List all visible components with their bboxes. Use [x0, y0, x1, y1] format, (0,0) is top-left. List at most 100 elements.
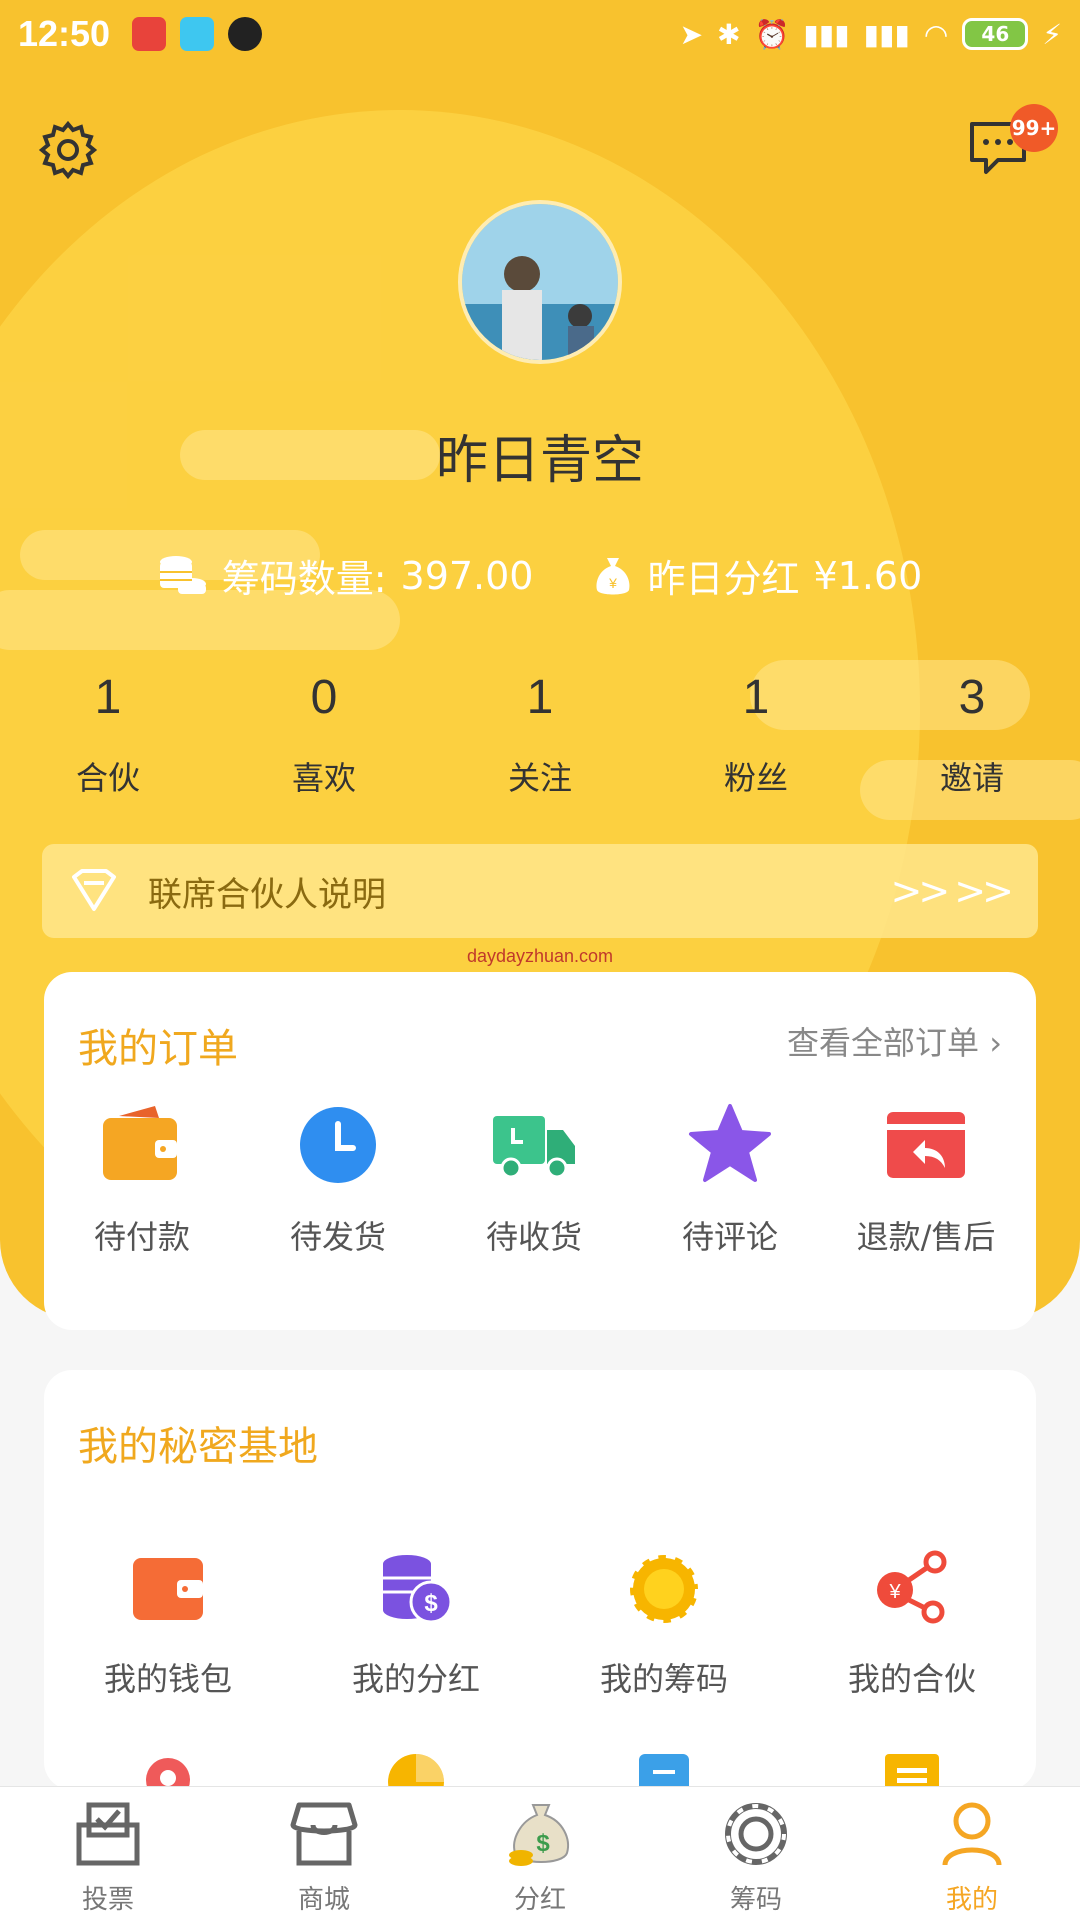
nav-chips[interactable]: 筹码: [648, 1787, 864, 1920]
chip-icon: [627, 1552, 701, 1626]
document-icon: [639, 1754, 689, 1794]
notification-icons: [132, 17, 263, 51]
stat-label: 粉丝: [723, 759, 788, 797]
my-dividend-item[interactable]: $ 我的分红: [292, 1550, 540, 1700]
order-pending-payment[interactable]: 待付款: [44, 1102, 240, 1258]
profile-summary: 筹码数量: 397.00 ¥ 昨日分红 ¥1.60: [0, 548, 1080, 603]
status-right: ➤ ✱ ⏰ ▮▮▮ ▮▮▮ ◠ 46 ⚡: [680, 18, 1062, 51]
star-icon: [689, 1104, 771, 1182]
my-wallet-item[interactable]: 我的钱包: [44, 1550, 292, 1700]
money-bag-icon: $: [509, 1804, 569, 1866]
order-pending-review[interactable]: 待评论: [632, 1102, 828, 1258]
sun-app-icon: [228, 17, 263, 51]
order-status-label: 退款/售后: [856, 1218, 996, 1256]
username: 昨日青空: [435, 431, 644, 491]
partner-info-label: 联席合伙人说明: [148, 874, 386, 915]
order-status-list: 待付款 待发货 待收货 待评论 退款/售后: [44, 1102, 1036, 1258]
watermark: daydayzhuan.com: [466, 946, 614, 966]
yesterday-dividend[interactable]: ¥ 昨日分红 ¥1.60: [593, 548, 922, 603]
view-all-orders-link[interactable]: 查看全部订单 ›: [787, 1018, 1002, 1064]
nav-dividend[interactable]: $ 分红: [432, 1787, 648, 1920]
signal-icon: ▮▮▮: [803, 17, 850, 51]
order-pending-receipt[interactable]: 待收货: [436, 1102, 632, 1258]
my-chips-item[interactable]: 我的筹码: [540, 1550, 788, 1700]
nav-vote[interactable]: 投票: [0, 1787, 216, 1920]
pie-chart-icon: [388, 1754, 444, 1810]
share-icon: ¥: [877, 1550, 947, 1624]
stat-label: 关注: [507, 759, 572, 797]
stat-value: 1: [526, 671, 554, 724]
base-item-label: 我的分红: [351, 1660, 480, 1698]
stat-label: 合伙: [75, 759, 140, 797]
gear-icon: [38, 120, 98, 180]
stat-partners[interactable]: 1 合伙: [0, 670, 216, 799]
dividend-value: ¥1.60: [813, 553, 923, 598]
base-item-label: 我的合伙: [847, 1660, 976, 1698]
nav-label: 分红: [513, 1885, 566, 1915]
status-time: 12:50: [18, 13, 111, 54]
order-refund-aftersale[interactable]: 退款/售后: [828, 1102, 1024, 1258]
diamond-icon: [72, 869, 116, 911]
svg-text:¥: ¥: [888, 1581, 901, 1603]
chips-label: 筹码数量:: [221, 557, 387, 601]
bluetooth-icon: ✱: [717, 17, 741, 51]
double-chevron-icon: >> >>: [890, 869, 1014, 913]
stat-fans[interactable]: 1 粉丝: [648, 670, 864, 799]
bottom-navigation: 投票 商城 $ 分红 筹码 我的: [0, 1786, 1080, 1920]
truck-icon: [493, 1116, 575, 1179]
alarm-icon: ⏰: [754, 17, 790, 51]
battery-level: 46: [981, 22, 1010, 46]
svg-text:¥: ¥: [609, 575, 618, 591]
my-orders-card: 我的订单 查看全部订单 › 待付款 待发货 待收货 待评论 退款/售后: [44, 972, 1036, 1330]
status-bar: 12:50 ➤ ✱ ⏰ ▮▮▮ ▮▮▮ ◠ 46 ⚡: [0, 0, 1080, 68]
secret-base-title: 我的秘密基地: [78, 1424, 318, 1470]
stat-value: 1: [742, 671, 770, 724]
settings-button[interactable]: [38, 120, 98, 180]
order-status-label: 待发货: [289, 1218, 386, 1256]
nav-label: 我的: [945, 1885, 998, 1915]
stat-value: 3: [958, 671, 986, 724]
nav-label: 投票: [81, 1885, 134, 1915]
signal-icon: ▮▮▮: [863, 17, 910, 51]
nav-store[interactable]: 商城: [216, 1787, 432, 1920]
secret-base-grid: 我的钱包 $ 我的分红 我的筹码 ¥ 我的合伙: [44, 1550, 1036, 1700]
order-status-label: 待收货: [485, 1218, 582, 1256]
battery-icon: 46: [962, 18, 1029, 50]
order-pending-shipment[interactable]: 待发货: [240, 1102, 436, 1258]
location-icon: ➤: [679, 17, 704, 51]
stat-value: 1: [94, 671, 122, 724]
base-item-label: 我的钱包: [103, 1660, 232, 1698]
svg-text:$: $: [424, 1590, 438, 1617]
video-app-icon: [180, 17, 215, 51]
stat-following[interactable]: 1 关注: [432, 670, 648, 799]
toutiao-app-icon: [132, 17, 167, 51]
order-status-label: 待付款: [93, 1218, 190, 1256]
avatar[interactable]: [458, 200, 622, 364]
stat-invites[interactable]: 3 邀请: [864, 670, 1080, 799]
nav-mine[interactable]: 我的: [864, 1787, 1080, 1920]
chips-value: 397.00: [400, 553, 534, 598]
coins-stack-icon: [159, 555, 206, 594]
clock-icon: [300, 1107, 376, 1183]
partner-info-bar[interactable]: 联席合伙人说明 >> >>: [42, 844, 1038, 938]
svg-text:$: $: [536, 1830, 550, 1857]
vote-icon: [76, 1802, 140, 1866]
stat-likes[interactable]: 0 喜欢: [216, 670, 432, 799]
order-status-label: 待评论: [681, 1218, 778, 1256]
stat-label: 喜欢: [291, 759, 356, 797]
chips-count[interactable]: 筹码数量: 397.00: [158, 548, 534, 603]
person-icon: [942, 1802, 1002, 1866]
message-count-badge: 99+: [1010, 104, 1058, 152]
coins-dollar-icon: $: [383, 1555, 453, 1624]
refund-icon: [887, 1112, 965, 1178]
store-icon: [290, 1802, 358, 1866]
my-partner-item[interactable]: ¥ 我的合伙: [788, 1550, 1036, 1700]
secret-base-card: 我的秘密基地 我的钱包 $ 我的分红 我的筹码 ¥ 我的合伙: [44, 1370, 1036, 1810]
base-item-label: 我的筹码: [599, 1660, 728, 1698]
nav-label: 筹码: [729, 1885, 782, 1915]
wallet-icon: [133, 1558, 203, 1620]
wallet-icon: [103, 1106, 177, 1180]
nav-label: 商城: [297, 1885, 350, 1915]
stat-label: 邀请: [939, 759, 1004, 797]
location-pin-icon: [146, 1758, 190, 1802]
